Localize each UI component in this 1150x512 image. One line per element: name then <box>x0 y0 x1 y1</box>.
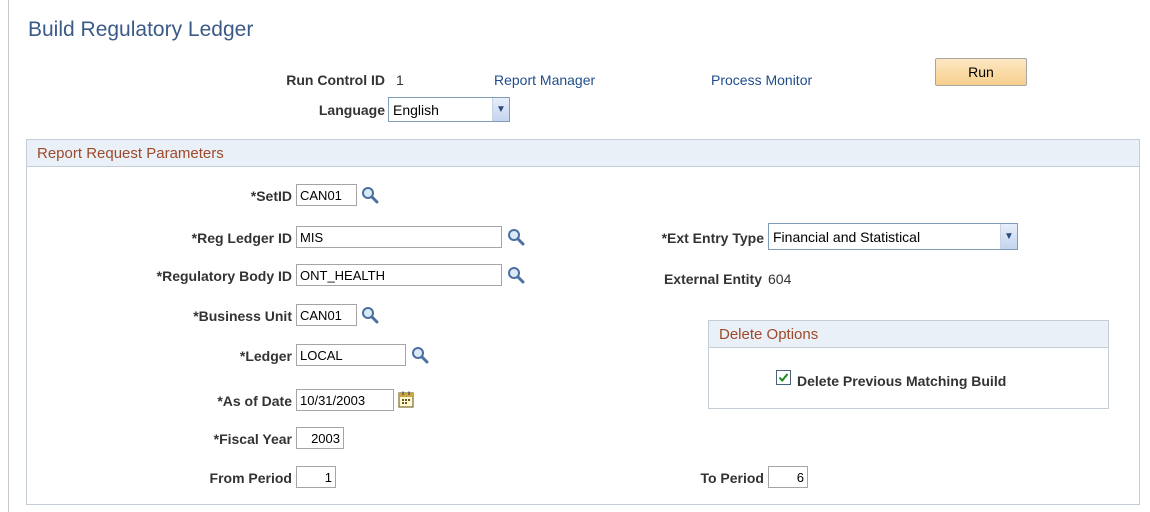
run-control-label: Run Control ID <box>286 72 385 88</box>
dropdown-arrow-icon: ▼ <box>1000 224 1017 249</box>
external-entity-value: 604 <box>768 271 792 287</box>
regulatory-body-id-label: *Regulatory Body ID <box>156 268 292 284</box>
lookup-icon[interactable] <box>507 266 525 284</box>
regulatory-body-id-input[interactable]: ONT_HEALTH <box>296 264 502 286</box>
lookup-icon[interactable] <box>411 346 429 364</box>
dropdown-arrow-icon: ▼ <box>492 98 509 121</box>
as-of-date-label: *As of Date <box>217 393 292 409</box>
setid-label: *SetID <box>250 188 292 204</box>
ext-entry-type-value: Financial and Statistical <box>773 228 921 245</box>
fiscal-year-input[interactable]: 2003 <box>296 427 344 449</box>
report-manager-link[interactable]: Report Manager <box>494 72 595 88</box>
fiscal-year-label: *Fiscal Year <box>213 431 292 447</box>
language-label: Language <box>318 102 385 118</box>
lookup-icon[interactable] <box>361 306 379 324</box>
calendar-icon[interactable] <box>398 391 414 408</box>
ledger-input[interactable]: LOCAL <box>296 344 406 366</box>
lookup-icon[interactable] <box>507 228 525 246</box>
run-control-value: 1 <box>396 72 404 88</box>
ledger-label: *Ledger <box>239 348 292 364</box>
delete-previous-build-checkbox[interactable] <box>776 370 791 385</box>
reg-ledger-id-input[interactable]: MIS <box>296 226 502 248</box>
from-period-label: From Period <box>209 470 292 486</box>
business-unit-label: *Business Unit <box>193 308 292 324</box>
checkmark-icon <box>778 373 789 383</box>
delete-options-group: Delete Options <box>708 320 1109 409</box>
external-entity-label: External Entity <box>663 271 762 287</box>
setid-input[interactable]: CAN01 <box>296 184 357 206</box>
page-title: Build Regulatory Ledger <box>28 18 254 41</box>
to-period-input[interactable]: 6 <box>768 466 808 488</box>
section-header: Report Request Parameters <box>27 140 1139 167</box>
ext-entry-type-select[interactable]: Financial and Statistical ▼ <box>768 223 1018 250</box>
reg-ledger-id-label: *Reg Ledger ID <box>191 230 292 246</box>
from-period-input[interactable]: 1 <box>296 466 336 488</box>
delete-previous-build-label: Delete Previous Matching Build <box>797 373 1007 389</box>
language-value: English <box>393 101 439 118</box>
as-of-date-input[interactable]: 10/31/2003 <box>296 389 394 411</box>
to-period-label: To Period <box>700 470 764 486</box>
lookup-icon[interactable] <box>361 186 379 204</box>
page-frame-border <box>8 0 9 512</box>
run-button[interactable]: Run <box>935 58 1027 86</box>
language-select[interactable]: English ▼ <box>388 97 510 122</box>
delete-options-title: Delete Options <box>709 321 1108 348</box>
business-unit-input[interactable]: CAN01 <box>296 304 357 326</box>
process-monitor-link[interactable]: Process Monitor <box>711 72 812 88</box>
ext-entry-type-label: *Ext Entry Type <box>661 230 764 246</box>
